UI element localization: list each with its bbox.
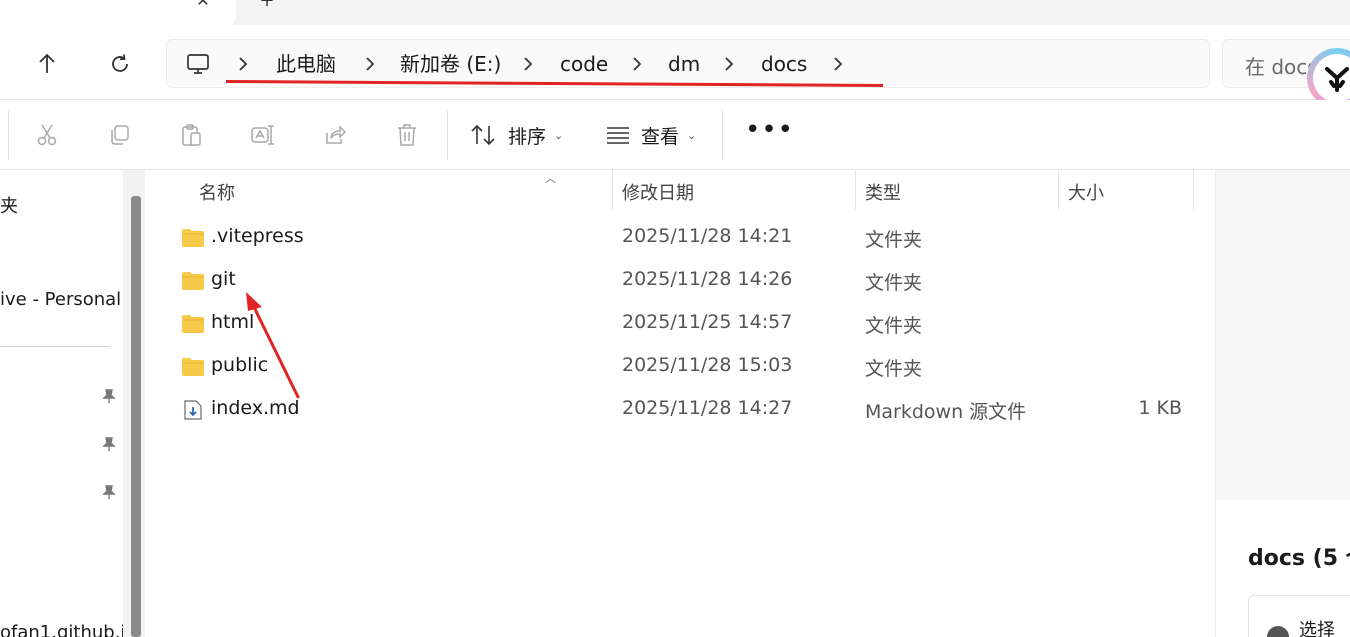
folder-icon — [182, 358, 204, 376]
delete-icon[interactable] — [394, 122, 420, 148]
toolbar-divider — [447, 110, 448, 160]
pin-icon[interactable] — [101, 436, 117, 452]
file-name[interactable]: index.md — [211, 397, 300, 419]
column-divider[interactable] — [1193, 170, 1194, 210]
nav-item-folder[interactable]: 夹 — [0, 192, 18, 218]
file-row[interactable]: public 2025/11/28 15:03 文件夹 — [150, 345, 1215, 388]
column-divider[interactable] — [855, 170, 856, 210]
view-button[interactable]: 查看 ⌄ — [605, 120, 696, 150]
pin-icon[interactable] — [101, 484, 117, 500]
details-card[interactable]: 选择 — [1248, 595, 1350, 637]
details-card-text: 选择 — [1299, 620, 1335, 637]
file-type: 文件夹 — [865, 315, 923, 337]
chevron-down-icon: ⌄ — [687, 128, 697, 142]
column-header-name[interactable]: 名称 — [199, 178, 235, 210]
this-pc-icon[interactable] — [185, 51, 211, 81]
markdown-file-icon — [184, 400, 202, 420]
file-date: 2025/11/28 14:21 — [622, 225, 793, 247]
paste-icon[interactable] — [178, 122, 204, 148]
breadcrumb-this-pc[interactable]: 此电脑 — [276, 51, 336, 77]
column-header-type[interactable]: 类型 — [865, 178, 901, 210]
column-divider[interactable] — [1058, 170, 1059, 210]
tab-strip: ✕ + — [0, 0, 1350, 25]
navigation-pane: 夹 ive - Personal ofan1.github.io — [0, 170, 145, 637]
breadcrumb-dm[interactable]: dm — [668, 51, 700, 77]
view-icon — [607, 127, 629, 144]
column-divider[interactable] — [612, 170, 613, 210]
sort-icon — [471, 124, 495, 146]
cut-icon[interactable] — [34, 122, 60, 148]
toolbar-divider — [722, 110, 723, 160]
file-date: 2025/11/28 14:27 — [622, 397, 793, 419]
column-header-date[interactable]: 修改日期 — [622, 178, 694, 210]
file-size: 1 KB — [1138, 397, 1182, 419]
share-icon[interactable] — [322, 122, 348, 148]
breadcrumb-code[interactable]: code — [560, 51, 608, 77]
file-type: 文件夹 — [865, 272, 923, 294]
file-list: ︿ 名称 修改日期 类型 大小 .vitepress 2025/11/28 14… — [150, 170, 1215, 637]
nav-item-onedrive[interactable]: ive - Personal — [0, 289, 121, 310]
file-row[interactable]: .vitepress 2025/11/28 14:21 文件夹 — [150, 216, 1215, 259]
file-row[interactable]: html 2025/11/25 14:57 文件夹 — [150, 302, 1215, 345]
file-row[interactable]: git 2025/11/28 14:26 文件夹 — [150, 259, 1215, 302]
address-row: 此电脑 新加卷 (E:) code dm docs 在 docs 中搜索 — [0, 25, 1350, 100]
sort-label: 排序 — [508, 125, 547, 148]
pin-icon[interactable] — [101, 388, 117, 404]
chevron-right-icon[interactable] — [631, 56, 643, 72]
chevron-right-icon[interactable] — [723, 56, 735, 72]
chevron-right-icon[interactable] — [237, 56, 249, 72]
up-arrow-icon[interactable] — [34, 51, 60, 77]
command-bar: 排序 ⌄ 查看 ⌄ ••• — [0, 100, 1350, 170]
file-row[interactable]: index.md 2025/11/28 14:27 Markdown 源文件 1… — [150, 388, 1215, 431]
copy-icon[interactable] — [106, 122, 132, 148]
nav-scrollbar-thumb[interactable] — [131, 196, 141, 637]
chevron-right-icon[interactable] — [832, 56, 844, 72]
file-type: Markdown 源文件 — [865, 401, 1027, 423]
nav-divider — [0, 346, 110, 347]
toolbar-divider — [8, 110, 9, 160]
file-name[interactable]: public — [211, 354, 268, 376]
view-label: 查看 — [641, 125, 680, 148]
sort-button[interactable]: 排序 ⌄ — [470, 120, 563, 150]
chevron-right-icon[interactable] — [364, 56, 376, 72]
details-title: docs (5 个 — [1248, 546, 1350, 571]
file-name[interactable]: .vitepress — [211, 225, 304, 247]
more-options-button[interactable]: ••• — [745, 117, 793, 148]
refresh-icon[interactable] — [107, 51, 133, 77]
file-type: 文件夹 — [865, 229, 923, 251]
chevron-down-icon: ⌄ — [554, 128, 564, 142]
new-tab-icon[interactable]: + — [258, 0, 276, 10]
info-icon — [1267, 626, 1289, 637]
nav-item-github-io[interactable]: ofan1.github.io — [0, 622, 136, 637]
file-explorer-window: ✕ + 此电脑 新加卷 (E:) code dm docs 在 docs 排序 … — [0, 0, 1350, 637]
file-name[interactable]: html — [211, 311, 254, 333]
folder-icon — [182, 315, 204, 333]
details-pane: docs (5 个 选择 — [1215, 170, 1350, 637]
folder-icon — [182, 229, 204, 247]
close-tab-icon[interactable]: ✕ — [194, 0, 212, 10]
folder-icon — [182, 272, 204, 290]
rename-icon[interactable] — [250, 122, 276, 148]
column-header-size[interactable]: 大小 — [1068, 178, 1104, 210]
breadcrumb-drive-e[interactable]: 新加卷 (E:) — [400, 51, 501, 77]
breadcrumb-docs[interactable]: docs — [761, 51, 807, 77]
file-date: 2025/11/28 15:03 — [622, 354, 793, 376]
preview-area — [1216, 170, 1350, 500]
file-name[interactable]: git — [211, 268, 236, 290]
sort-ascending-icon: ︿ — [545, 172, 556, 185]
file-date: 2025/11/25 14:57 — [622, 311, 793, 333]
file-type: 文件夹 — [865, 358, 923, 380]
chevron-right-icon[interactable] — [522, 56, 534, 72]
file-date: 2025/11/28 14:26 — [622, 268, 793, 290]
